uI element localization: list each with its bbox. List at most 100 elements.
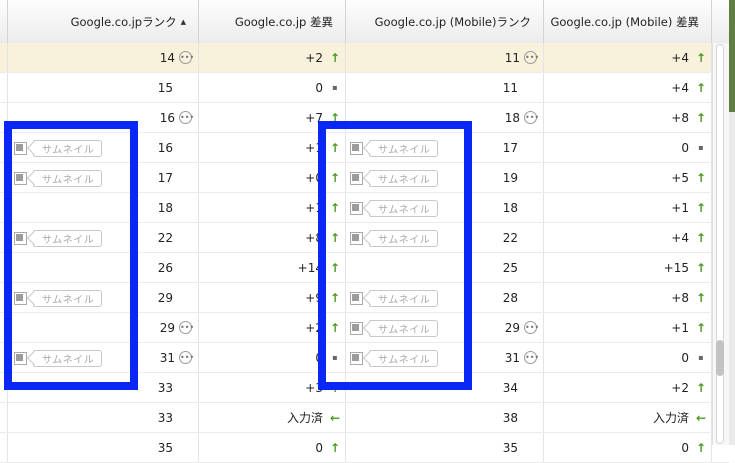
mobile-rank-value: 17 bbox=[502, 140, 518, 155]
mobile-diff-value: +1 bbox=[671, 200, 689, 215]
mobile-diff-cell: +8 ↑ bbox=[544, 283, 712, 312]
header-mobile-rank-label: Google.co.jp (Mobile)ランク bbox=[374, 14, 531, 29]
mobile-rank-value: 18 bbox=[502, 200, 518, 215]
more-options-icon[interactable]: ••• bbox=[524, 111, 539, 124]
header-mobile-rank[interactable]: Google.co.jp (Mobile)ランク bbox=[346, 0, 544, 43]
unchanged-icon: ▪ bbox=[332, 83, 338, 92]
mobile-diff-value: 0 bbox=[681, 440, 689, 455]
mobile-diff-value: +4 bbox=[671, 50, 689, 65]
mobile-diff-cell: +1 ↑ bbox=[544, 313, 712, 342]
unchanged-icon: ▪ bbox=[698, 143, 704, 152]
mobile-rank-cell[interactable]: 35 bbox=[346, 433, 544, 462]
mobile-rank-value: 11 bbox=[504, 50, 520, 65]
mobile-rank-value: 28 bbox=[502, 290, 518, 305]
mobile-rank-value: 29 bbox=[504, 320, 520, 335]
mobile-diff-value: +8 bbox=[671, 110, 689, 125]
rank-value: 15 bbox=[157, 80, 173, 95]
header-diff[interactable]: Google.co.jp 差異 bbox=[199, 0, 346, 43]
mobile-rank-cell[interactable]: 11 ••• bbox=[346, 43, 544, 72]
mobile-diff-cell: 0 ▪ bbox=[544, 343, 712, 372]
arrow-up-icon: ↑ bbox=[695, 440, 707, 455]
mobile-diff-cell: 0 ▪ bbox=[544, 133, 712, 162]
diff-cell: 入力済 ← bbox=[199, 403, 346, 432]
rank-cell[interactable]: 35 bbox=[8, 433, 199, 462]
annotation-box-left bbox=[4, 121, 138, 390]
rank-value: 18 bbox=[157, 200, 173, 215]
rank-value: 16 bbox=[157, 140, 173, 155]
arrow-left-icon: ← bbox=[329, 410, 341, 425]
table-row[interactable]: 14 ••• +2 ↑ 11 ••• +4 ↑ bbox=[0, 43, 729, 73]
more-options-icon[interactable]: ••• bbox=[179, 351, 194, 364]
rank-value: 31 bbox=[159, 350, 175, 365]
header-rank[interactable]: Google.co.jpランク ▲ bbox=[8, 0, 199, 43]
table-row[interactable]: 15 0 ▪ 11 +4 ↑ bbox=[0, 73, 729, 103]
arrow-up-icon: ↑ bbox=[695, 170, 707, 185]
sort-ascending-icon: ▲ bbox=[180, 17, 186, 26]
mobile-diff-cell: +4 ↑ bbox=[544, 223, 712, 252]
mobile-diff-value: +8 bbox=[671, 290, 689, 305]
mobile-diff-cell: +15 ↑ bbox=[544, 253, 712, 282]
mobile-diff-value: 入力済 bbox=[652, 411, 689, 425]
mobile-diff-value: +5 bbox=[671, 170, 689, 185]
mobile-rank-value: 19 bbox=[502, 170, 518, 185]
more-options-icon[interactable]: ••• bbox=[179, 111, 194, 124]
table-row[interactable]: 33 入力済 ← 38 入力済 ← bbox=[0, 403, 729, 433]
arrow-up-icon: ↑ bbox=[329, 50, 341, 65]
mobile-rank-value: 34 bbox=[502, 380, 518, 395]
mobile-rank-value: 25 bbox=[502, 260, 518, 275]
rank-cell[interactable]: 33 bbox=[8, 403, 199, 432]
rank-value: 29 bbox=[157, 290, 173, 305]
mobile-diff-value: +2 bbox=[671, 380, 689, 395]
arrow-up-icon: ↑ bbox=[329, 440, 341, 455]
rank-value: 22 bbox=[157, 230, 173, 245]
row-left-cell bbox=[0, 43, 8, 72]
mobile-diff-value: +4 bbox=[671, 230, 689, 245]
scrollbar-frame bbox=[716, 44, 724, 444]
rank-value: 17 bbox=[157, 170, 173, 185]
row-left-cell bbox=[0, 403, 8, 432]
header-mobile-diff-label: Google.co.jp (Mobile) 差異 bbox=[550, 14, 699, 29]
table-header: Google.co.jpランク ▲ Google.co.jp 差異 Google… bbox=[0, 0, 729, 44]
header-mobile-diff[interactable]: Google.co.jp (Mobile) 差異 bbox=[544, 0, 712, 43]
rank-value: 29 bbox=[159, 320, 175, 335]
row-left-cell bbox=[0, 73, 8, 102]
table-row[interactable]: 35 0 ↑ 35 0 ↑ bbox=[0, 433, 729, 463]
mobile-rank-cell[interactable]: 11 bbox=[346, 73, 544, 102]
rank-value: 14 bbox=[159, 50, 175, 65]
header-left-column[interactable] bbox=[0, 0, 8, 43]
arrow-up-icon: ↑ bbox=[695, 290, 707, 305]
more-options-icon[interactable]: ••• bbox=[179, 51, 194, 64]
rank-value: 33 bbox=[157, 410, 173, 425]
diff-cell: 0 ↑ bbox=[199, 433, 346, 462]
arrow-up-icon: ↑ bbox=[695, 380, 707, 395]
mobile-diff-cell: +1 ↑ bbox=[544, 193, 712, 222]
mobile-rank-value: 31 bbox=[504, 350, 520, 365]
more-options-icon[interactable]: ••• bbox=[524, 51, 539, 64]
more-options-icon[interactable]: ••• bbox=[524, 321, 539, 334]
mobile-rank-value: 22 bbox=[502, 230, 518, 245]
diff-value: 0 bbox=[315, 440, 323, 455]
more-options-icon[interactable]: ••• bbox=[179, 321, 194, 334]
row-left-cell bbox=[0, 433, 8, 462]
arrow-up-icon: ↑ bbox=[695, 200, 707, 215]
more-options-icon[interactable]: ••• bbox=[524, 351, 539, 364]
rank-value: 33 bbox=[157, 380, 173, 395]
arrow-up-icon: ↑ bbox=[695, 320, 707, 335]
mobile-diff-cell: +4 ↑ bbox=[544, 73, 712, 102]
mobile-rank-value: 18 bbox=[504, 110, 520, 125]
arrow-up-icon: ↑ bbox=[695, 80, 707, 95]
diff-cell: +2 ↑ bbox=[199, 43, 346, 72]
unchanged-icon: ▪ bbox=[698, 353, 704, 362]
rank-cell[interactable]: 15 bbox=[8, 73, 199, 102]
arrow-up-icon: ↑ bbox=[695, 230, 707, 245]
mobile-rank-cell[interactable]: 38 bbox=[346, 403, 544, 432]
scrollbar-thumb[interactable] bbox=[716, 340, 724, 376]
mobile-diff-cell: +5 ↑ bbox=[544, 163, 712, 192]
arrow-up-icon: ↑ bbox=[695, 50, 707, 65]
mobile-diff-value: +4 bbox=[671, 80, 689, 95]
header-rank-label: Google.co.jpランク bbox=[70, 14, 177, 29]
mobile-diff-value: +15 bbox=[663, 260, 689, 275]
side-panel-edge-light bbox=[729, 112, 735, 445]
header-diff-label: Google.co.jp 差異 bbox=[234, 14, 333, 29]
rank-cell[interactable]: 14 ••• bbox=[8, 43, 199, 72]
